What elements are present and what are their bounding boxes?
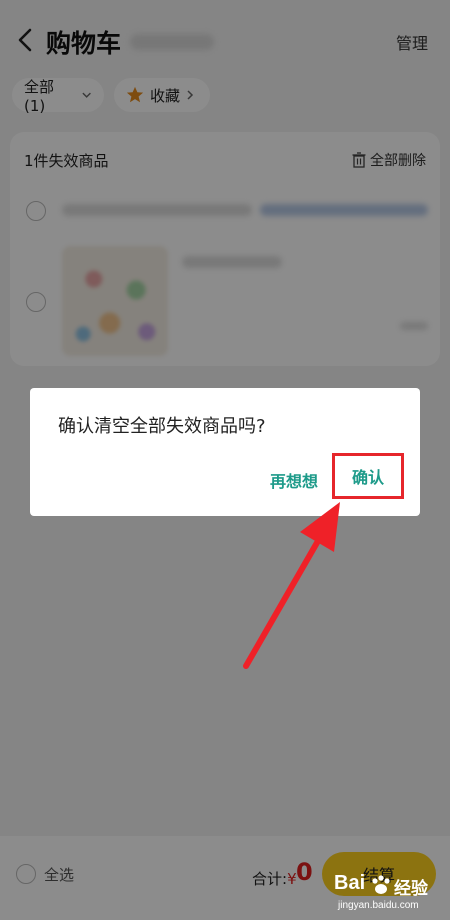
confirm-dialog: 确认清空全部失效商品吗? 再想想 确认 — [30, 388, 420, 516]
watermark-suffix: 经验 — [394, 879, 428, 899]
watermark-url: jingyan.baidu.com — [338, 900, 419, 911]
confirm-button[interactable]: 确认 — [332, 453, 404, 499]
cancel-button[interactable]: 再想想 — [270, 468, 318, 492]
baidu-watermark: Bai 经验 jingyan.baidu.com — [330, 870, 450, 920]
paw-icon — [372, 875, 390, 894]
dialog-message: 确认清空全部失效商品吗? — [58, 416, 266, 437]
watermark-brand: Bai — [334, 872, 366, 894]
